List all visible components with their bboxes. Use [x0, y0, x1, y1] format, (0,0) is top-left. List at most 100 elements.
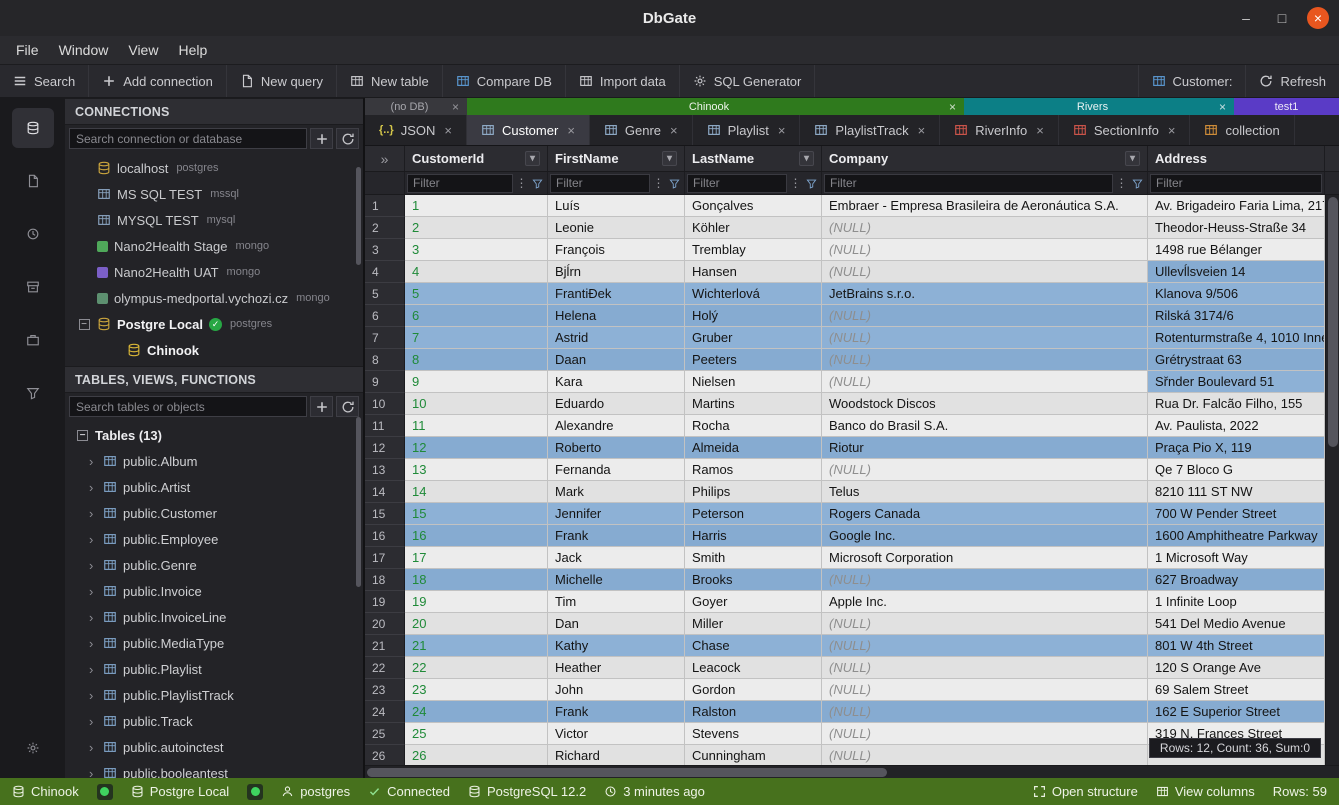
toolbar-new-table[interactable]: New table	[337, 65, 443, 97]
connections-add-button[interactable]	[310, 128, 333, 149]
menu-view[interactable]: View	[118, 42, 168, 58]
table-public-playlisttrack[interactable]: ›public.PlaylistTrack	[65, 682, 363, 708]
cell[interactable]: 1 Infinite Loop	[1148, 591, 1325, 613]
cell[interactable]: 13	[405, 459, 548, 481]
table-public-booleantest[interactable]: ›public.booleantest	[65, 760, 363, 778]
toolbar-customer[interactable]: Customer:	[1138, 65, 1246, 97]
cell[interactable]: 8	[405, 349, 548, 371]
cell[interactable]: 11	[405, 415, 548, 437]
tab-riverinfo[interactable]: RiverInfo×	[940, 115, 1059, 145]
cell[interactable]: 801 W 4th Street	[1148, 635, 1325, 657]
iconbar-database[interactable]	[12, 108, 54, 148]
cell[interactable]: 7	[405, 327, 548, 349]
cell[interactable]: Theodor-Heuss-Straße 34	[1148, 217, 1325, 239]
cell[interactable]: Almeida	[685, 437, 822, 459]
table-public-artist[interactable]: ›public.Artist	[65, 474, 363, 500]
row-number[interactable]: 19	[365, 591, 405, 613]
cell[interactable]: 3	[405, 239, 548, 261]
table-public-employee[interactable]: ›public.Employee	[65, 526, 363, 552]
cell[interactable]: Ramos	[685, 459, 822, 481]
tab-json[interactable]: {..}JSON×	[365, 115, 467, 145]
status-postgre-local[interactable]: Postgre Local	[131, 784, 230, 799]
table-public-genre[interactable]: ›public.Genre	[65, 552, 363, 578]
cell[interactable]: 14	[405, 481, 548, 503]
toolbar-search[interactable]: Search	[0, 65, 89, 97]
row-number[interactable]: 4	[365, 261, 405, 283]
cell[interactable]: Peterson	[685, 503, 822, 525]
cell[interactable]: 5	[405, 283, 548, 305]
status-view-columns[interactable]: View columns	[1156, 784, 1255, 799]
connections-refresh-button[interactable]	[336, 128, 359, 149]
toolbar-add-connection[interactable]: Add connection	[89, 65, 227, 97]
close-icon[interactable]: ×	[918, 123, 926, 138]
table-public-autoinctest[interactable]: ›public.autoinctest	[65, 734, 363, 760]
iconbar-cell-data[interactable]	[12, 373, 54, 413]
cell[interactable]: 20	[405, 613, 548, 635]
close-button[interactable]: ×	[1307, 7, 1329, 29]
close-icon[interactable]: ×	[1036, 123, 1044, 138]
cell[interactable]: Woodstock Discos	[822, 393, 1148, 415]
close-icon[interactable]: ×	[1213, 100, 1226, 114]
status-connected[interactable]: Connected	[368, 784, 450, 799]
cell[interactable]: Richard	[548, 745, 685, 765]
cell[interactable]: 15	[405, 503, 548, 525]
cell[interactable]: Smith	[685, 547, 822, 569]
row-number[interactable]: 24	[365, 701, 405, 723]
status-led[interactable]	[247, 784, 263, 800]
cell[interactable]: FrantiĐek	[548, 283, 685, 305]
close-icon[interactable]: ×	[1168, 123, 1176, 138]
status-chinook[interactable]: Chinook	[12, 784, 79, 799]
cell[interactable]: Banco do Brasil S.A.	[822, 415, 1148, 437]
cell[interactable]: Michelle	[548, 569, 685, 591]
row-number[interactable]: 13	[365, 459, 405, 481]
sidebar-scrollbar[interactable]	[356, 417, 361, 587]
cell[interactable]: 18	[405, 569, 548, 591]
cell[interactable]: Sřnder Boulevard 51	[1148, 371, 1325, 393]
cell[interactable]: Wichterlová	[685, 283, 822, 305]
connection-postgre-local[interactable]: −Postgre Local✓postgres	[65, 311, 363, 337]
filter-menu-icon[interactable]: ⋮	[514, 174, 529, 193]
close-icon[interactable]: ×	[446, 100, 459, 114]
toolbar-new-query[interactable]: New query	[227, 65, 337, 97]
cell[interactable]: Gonçalves	[685, 195, 822, 217]
column-header-customerid[interactable]: CustomerId▾	[405, 146, 548, 171]
cell[interactable]: (NULL)	[822, 371, 1148, 393]
cell[interactable]: Rua Dr. Falcão Filho, 155	[1148, 393, 1325, 415]
close-icon[interactable]: ×	[778, 123, 786, 138]
cell[interactable]: 1 Microsoft Way	[1148, 547, 1325, 569]
cell[interactable]: 4	[405, 261, 548, 283]
toolbar-import-data[interactable]: Import data	[566, 65, 680, 97]
cell[interactable]: Microsoft Corporation	[822, 547, 1148, 569]
cell[interactable]: (NULL)	[822, 261, 1148, 283]
cell[interactable]: 9	[405, 371, 548, 393]
cell[interactable]: Roberto	[548, 437, 685, 459]
table-public-invoiceline[interactable]: ›public.InvoiceLine	[65, 604, 363, 630]
cell[interactable]: Bjĺrn	[548, 261, 685, 283]
row-number[interactable]: 23	[365, 679, 405, 701]
iconbar-query-history[interactable]	[12, 214, 54, 254]
row-number[interactable]: 5	[365, 283, 405, 305]
cell[interactable]: Ralston	[685, 701, 822, 723]
cell[interactable]: Alexandre	[548, 415, 685, 437]
connections-search-input[interactable]	[69, 128, 307, 149]
table-public-playlist[interactable]: ›public.Playlist	[65, 656, 363, 682]
cell[interactable]: Goyer	[685, 591, 822, 613]
connection-olympus-medportal-vychozi-cz[interactable]: olympus-medportal.vychozi.czmongo	[65, 285, 363, 311]
cell[interactable]: Nielsen	[685, 371, 822, 393]
cell[interactable]: 2	[405, 217, 548, 239]
row-number[interactable]: 17	[365, 547, 405, 569]
row-number[interactable]: 12	[365, 437, 405, 459]
vertical-scrollbar[interactable]	[1325, 195, 1339, 765]
row-number[interactable]: 26	[365, 745, 405, 765]
cell[interactable]: Grétrystraat 63	[1148, 349, 1325, 371]
filter-funnel-icon[interactable]	[1130, 174, 1145, 193]
tab-customer[interactable]: Customer×	[467, 115, 590, 145]
cell[interactable]: Telus	[822, 481, 1148, 503]
row-number[interactable]: 10	[365, 393, 405, 415]
cell[interactable]: Kara	[548, 371, 685, 393]
scrollbar-thumb[interactable]	[367, 768, 887, 777]
cell[interactable]: 17	[405, 547, 548, 569]
cell[interactable]: (NULL)	[822, 217, 1148, 239]
cell[interactable]: Rogers Canada	[822, 503, 1148, 525]
filter-input-company[interactable]	[824, 174, 1113, 193]
